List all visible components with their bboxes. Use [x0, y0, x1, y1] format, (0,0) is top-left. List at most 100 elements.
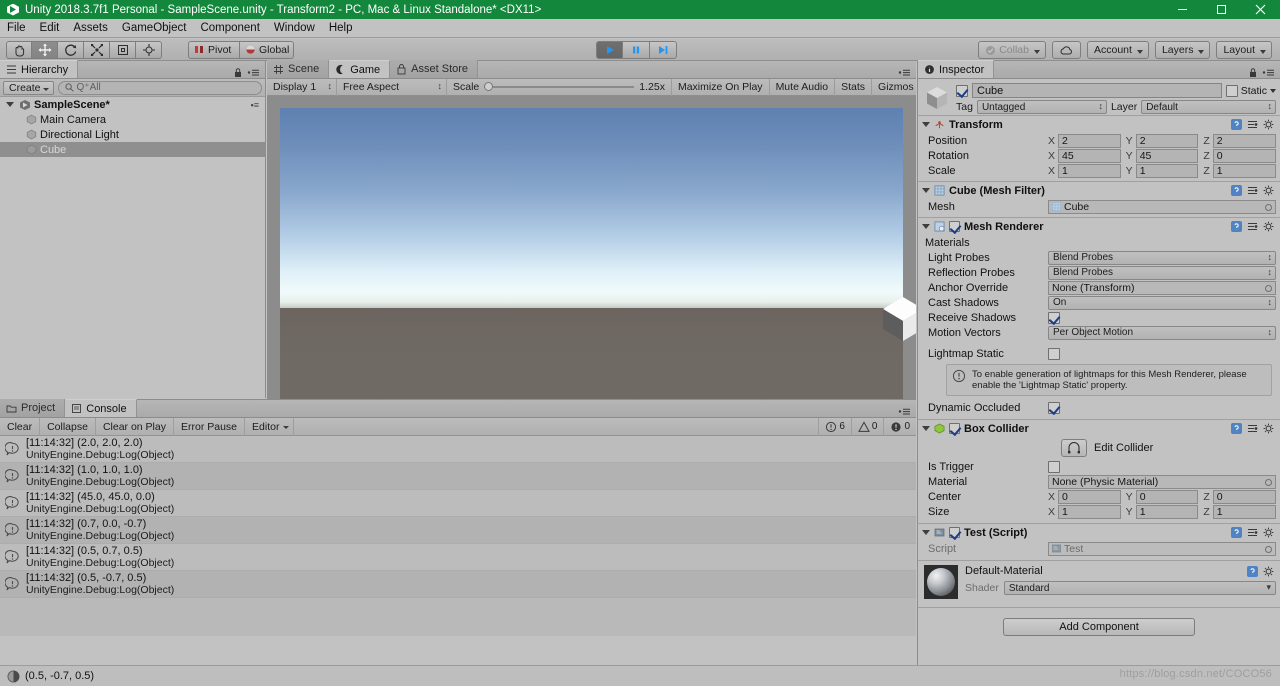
motion-vectors-dropdown[interactable]: Per Object Motion: [1048, 325, 1276, 340]
console-log-row[interactable]: [11:14:32] (0.5, 0.7, 0.5) UnityEngine.D…: [0, 544, 916, 571]
hierarchy-item-directional-light[interactable]: Directional Light: [0, 127, 265, 142]
layer-dropdown[interactable]: Default: [1141, 100, 1276, 114]
status-bar[interactable]: (0.5, -0.7, 0.5): [0, 665, 1280, 686]
tag-dropdown[interactable]: Untagged: [976, 100, 1107, 114]
move-tool-button[interactable]: [32, 40, 58, 59]
lightmap-static-checkbox[interactable]: [1048, 347, 1060, 360]
maximize-button[interactable]: [1202, 0, 1241, 19]
clear-button[interactable]: Clear: [0, 417, 41, 436]
shader-dropdown[interactable]: Standard: [1003, 581, 1276, 595]
pivot-toggle-button[interactable]: Pivot: [188, 40, 240, 59]
scene-context-menu-icon[interactable]: •≡: [251, 100, 265, 110]
transform-tool-button[interactable]: [136, 40, 162, 59]
collapse-triangle-icon[interactable]: [922, 426, 930, 431]
warning-count[interactable]: 0: [850, 417, 884, 436]
hierarchy-search-input[interactable]: Q⁺All: [57, 80, 262, 95]
rotation-y-input[interactable]: 45: [1135, 148, 1199, 163]
tab-inspector[interactable]: Inspector: [918, 60, 995, 78]
physic-material-field[interactable]: None (Physic Material): [1048, 474, 1276, 489]
menu-help[interactable]: Help: [322, 20, 360, 37]
rotation-z-input[interactable]: 0: [1212, 148, 1277, 163]
center-y-input[interactable]: 0: [1135, 489, 1199, 504]
materials-foldout-row[interactable]: Materials: [918, 235, 1280, 250]
mesh-object-field[interactable]: Cube: [1048, 199, 1276, 214]
center-x-input[interactable]: 0: [1058, 489, 1121, 504]
error-pause-toggle[interactable]: Error Pause: [174, 417, 246, 436]
account-button[interactable]: Account: [1087, 41, 1149, 59]
receive-shadows-checkbox[interactable]: [1048, 311, 1060, 324]
console-log-row[interactable]: [11:14:32] (1.0, 1.0, 1.0) UnityEngine.D…: [0, 463, 916, 490]
expand-triangle-icon[interactable]: [6, 102, 14, 107]
mesh-renderer-enabled-checkbox[interactable]: [949, 221, 960, 232]
hand-tool-button[interactable]: [6, 40, 32, 59]
menu-component[interactable]: Component: [193, 20, 266, 37]
hierarchy-item-main-camera[interactable]: Main Camera: [0, 112, 265, 127]
tab-hierarchy[interactable]: Hierarchy: [0, 60, 79, 78]
mesh-filter-component-header[interactable]: Cube (Mesh Filter): [918, 182, 1280, 199]
collab-button[interactable]: Collab: [978, 41, 1046, 59]
scale-slider-group[interactable]: Scale 1.25x: [447, 79, 671, 96]
object-enabled-checkbox[interactable]: [956, 84, 968, 97]
object-picker-icon[interactable]: [1265, 284, 1272, 292]
position-x-input[interactable]: 2: [1058, 133, 1121, 148]
script-enabled-checkbox[interactable]: [949, 527, 960, 538]
console-log-list[interactable]: [11:14:32] (2.0, 2.0, 2.0) UnityEngine.D…: [0, 436, 916, 636]
console-log-row[interactable]: [11:14:32] (45.0, 45.0, 0.0) UnityEngine…: [0, 490, 916, 517]
box-collider-component-header[interactable]: Box Collider: [918, 420, 1280, 437]
scale-y-input[interactable]: 1: [1135, 163, 1199, 178]
scale-slider-knob[interactable]: [484, 82, 494, 91]
tab-game[interactable]: Game: [329, 60, 391, 78]
step-button[interactable]: [650, 41, 677, 59]
size-z-input[interactable]: 1: [1212, 504, 1277, 519]
info-count[interactable]: 6: [818, 417, 851, 436]
cloud-button[interactable]: [1052, 41, 1081, 59]
console-log-row[interactable]: [11:14:32] (2.0, 2.0, 2.0) UnityEngine.D…: [0, 436, 916, 463]
scale-tool-button[interactable]: [84, 40, 110, 59]
chevron-down-icon[interactable]: [1270, 88, 1276, 93]
position-z-input[interactable]: 2: [1212, 133, 1277, 148]
transform-component-header[interactable]: Transform: [918, 116, 1280, 133]
scale-x-input[interactable]: 1: [1058, 163, 1121, 178]
edit-collider-button[interactable]: [1061, 439, 1087, 457]
rect-tool-button[interactable]: [110, 40, 136, 59]
position-y-input[interactable]: 2: [1135, 133, 1199, 148]
script-component-header[interactable]: Test (Script): [918, 524, 1280, 541]
object-picker-icon[interactable]: [1265, 478, 1272, 486]
aspect-dropdown[interactable]: Free Aspect: [337, 78, 447, 96]
dynamic-occluded-checkbox[interactable]: [1048, 401, 1060, 414]
object-picker-icon[interactable]: [1265, 545, 1272, 553]
close-button[interactable]: [1241, 0, 1280, 19]
tab-asset-store[interactable]: Asset Store: [390, 60, 479, 78]
collapse-triangle-icon[interactable]: [922, 188, 930, 193]
tab-project[interactable]: Project: [0, 399, 66, 417]
console-log-row[interactable]: [11:14:32] (0.5, -0.7, 0.5) UnityEngine.…: [0, 571, 916, 598]
display-dropdown[interactable]: Display 1: [267, 78, 337, 96]
maximize-on-play-toggle[interactable]: Maximize On Play: [670, 78, 770, 96]
scale-z-input[interactable]: 1: [1212, 163, 1277, 178]
collapse-triangle-icon[interactable]: [922, 122, 930, 127]
menu-window[interactable]: Window: [267, 20, 322, 37]
layout-button[interactable]: Layout: [1216, 41, 1272, 59]
error-count[interactable]: 0: [883, 417, 916, 436]
is-trigger-checkbox[interactable]: [1048, 460, 1060, 473]
anchor-override-field[interactable]: None (Transform): [1048, 280, 1276, 295]
light-probes-dropdown[interactable]: Blend Probes: [1048, 250, 1276, 265]
collapse-toggle[interactable]: Collapse: [40, 417, 96, 436]
console-log-row[interactable]: [11:14:32] (0.7, 0.0, -0.7) UnityEngine.…: [0, 517, 916, 544]
reflection-probes-dropdown[interactable]: Blend Probes: [1048, 265, 1276, 280]
static-toggle[interactable]: Static: [1225, 84, 1276, 97]
static-checkbox[interactable]: [1225, 84, 1238, 97]
minimize-button[interactable]: [1163, 0, 1202, 19]
play-button[interactable]: [596, 41, 623, 59]
hierarchy-item-cube[interactable]: Cube: [0, 142, 265, 157]
tab-scene[interactable]: Scene: [267, 60, 330, 78]
stats-toggle[interactable]: Stats: [835, 78, 873, 96]
add-component-button[interactable]: Add Component: [1003, 618, 1195, 636]
collapse-triangle-icon[interactable]: [922, 530, 930, 535]
rotate-tool-button[interactable]: [58, 40, 84, 59]
tab-console[interactable]: Console: [65, 399, 137, 417]
box-collider-enabled-checkbox[interactable]: [949, 423, 960, 434]
game-render-canvas[interactable]: [267, 96, 916, 416]
menu-gameobject[interactable]: GameObject: [115, 20, 194, 37]
script-object-field[interactable]: Test: [1048, 541, 1276, 556]
